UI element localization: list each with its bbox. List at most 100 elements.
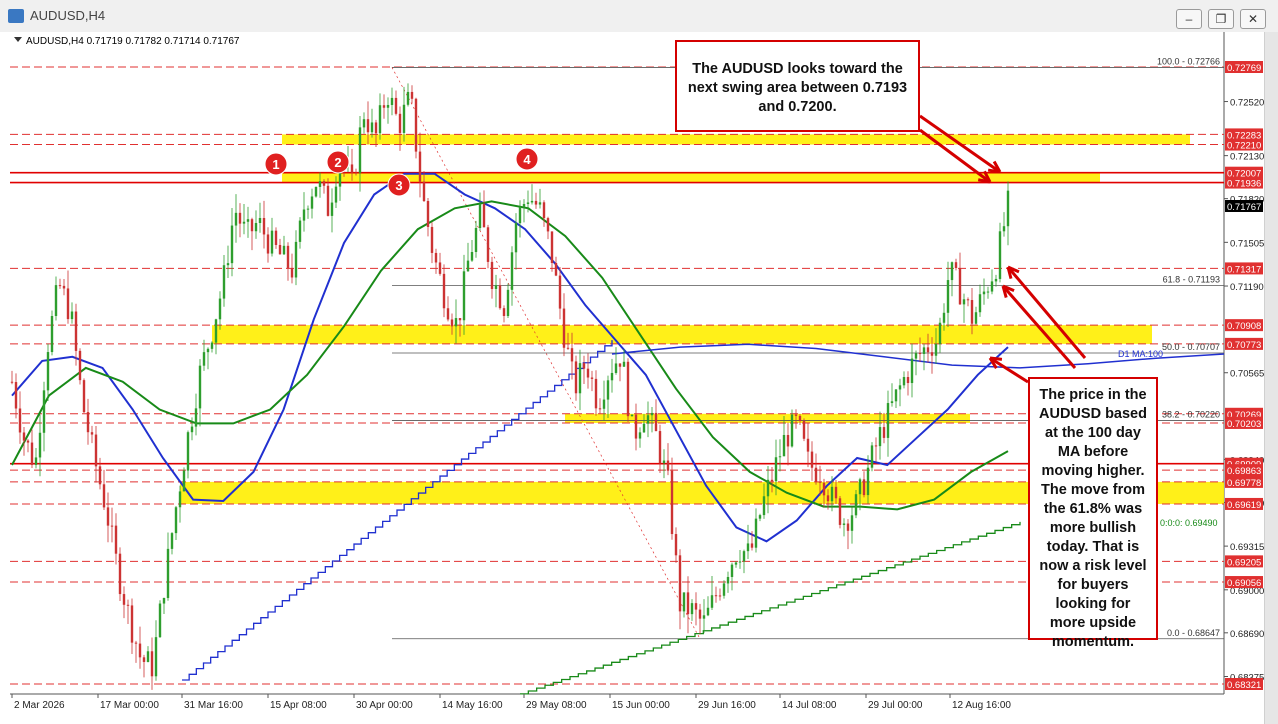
candle-body: [694, 603, 698, 610]
candle-body: [490, 261, 494, 289]
candle-body: [614, 363, 618, 373]
vertical-scrollbar[interactable]: [1264, 32, 1278, 724]
candle-body: [982, 291, 986, 295]
candle-body: [666, 460, 670, 471]
candle-body: [758, 515, 762, 519]
candle-body: [74, 311, 78, 351]
candle-body: [438, 262, 442, 274]
candle-body: [870, 445, 874, 468]
candle-body: [386, 104, 390, 108]
candle-body: [178, 491, 182, 508]
candle-body: [382, 105, 386, 108]
candle-body: [966, 299, 970, 301]
candle-body: [818, 481, 822, 483]
minimize-button[interactable]: –: [1176, 9, 1202, 29]
candle-body: [30, 442, 34, 465]
candle-body: [102, 484, 106, 508]
candle-body: [258, 217, 262, 223]
candle-body: [406, 91, 410, 105]
candle-body: [374, 122, 378, 134]
current-price-label: 0.71767: [1227, 202, 1261, 213]
candle-body: [610, 372, 614, 381]
price-tag-label: 0.69863: [1227, 466, 1261, 477]
price-tag-label: 0.68321: [1227, 680, 1261, 691]
candle-body: [106, 507, 110, 526]
candle-body: [962, 299, 966, 305]
window-title: AUDUSD,H4: [30, 8, 106, 23]
candle-body: [642, 423, 646, 433]
candle-body: [686, 592, 690, 615]
candle-body: [714, 595, 718, 597]
candle-body: [986, 291, 990, 293]
candle-body: [770, 479, 774, 482]
candle-body: [670, 470, 674, 535]
candle-body: [110, 525, 114, 527]
candle-body: [806, 438, 810, 452]
candle-body: [262, 217, 266, 235]
candle-body: [846, 523, 850, 531]
candle-body: [938, 322, 942, 345]
candle-body: [746, 543, 750, 552]
date-axis-label: 2 Mar 2026: [14, 700, 65, 711]
candle-body: [414, 98, 418, 152]
candle-body: [442, 273, 446, 309]
swing-marker-label: 2: [334, 155, 341, 170]
candle-body: [798, 415, 802, 421]
candle-body: [634, 414, 638, 439]
candle-body: [454, 318, 458, 327]
candle-body: [274, 230, 278, 245]
candle-body: [402, 104, 406, 133]
candle-body: [502, 308, 506, 316]
restore-button[interactable]: ❐: [1208, 9, 1234, 29]
candle-body: [86, 412, 90, 433]
date-axis-label: 29 Jun 16:00: [698, 700, 756, 711]
date-axis-label: 31 Mar 16:00: [184, 700, 243, 711]
fib-level-label: 50.0 - 0.70707: [1162, 342, 1220, 352]
candle-body: [1006, 190, 1010, 227]
candle-body: [698, 609, 702, 619]
close-button[interactable]: ✕: [1240, 9, 1266, 29]
candle-body: [782, 434, 786, 457]
candle-body: [842, 523, 846, 525]
candle-body: [58, 285, 62, 287]
candle-body: [474, 228, 478, 253]
candle-body: [194, 408, 198, 427]
candle-body: [378, 105, 382, 134]
candle-body: [506, 289, 510, 316]
candle-body: [142, 657, 146, 662]
candle-body: [902, 377, 906, 386]
candle-body: [602, 399, 606, 409]
candle-body: [290, 267, 294, 278]
candle-body: [238, 212, 242, 224]
candle-body: [122, 594, 126, 605]
candle-body: [738, 561, 742, 563]
candle-body: [914, 353, 918, 359]
candle-body: [394, 97, 398, 114]
candle-body: [478, 204, 482, 229]
candle-body: [138, 643, 142, 658]
candle-body: [886, 403, 890, 438]
candle-body: [466, 260, 470, 272]
fan-label: 0:0:0: 0.69490: [1160, 518, 1218, 528]
candle-body: [974, 312, 978, 324]
candle-body: [926, 347, 930, 353]
candle-body: [202, 352, 206, 366]
candle-body: [198, 365, 202, 409]
candle-body: [218, 298, 222, 320]
price-axis-label: 0.71190: [1230, 282, 1264, 293]
candle-body: [994, 278, 998, 282]
candle-body: [82, 380, 86, 413]
candle-body: [786, 434, 790, 447]
candle-body: [366, 119, 370, 133]
candle-body: [750, 543, 754, 548]
candle-body: [186, 432, 190, 471]
candle-body: [458, 318, 462, 321]
swing-zone: [282, 134, 1190, 145]
candle-body: [294, 241, 298, 278]
date-axis-label: 29 May 08:00: [526, 700, 587, 711]
candle-body: [362, 119, 366, 128]
candle-body: [214, 319, 218, 343]
candle-body: [114, 525, 118, 554]
candle-body: [526, 202, 530, 205]
candle-body: [778, 456, 782, 458]
